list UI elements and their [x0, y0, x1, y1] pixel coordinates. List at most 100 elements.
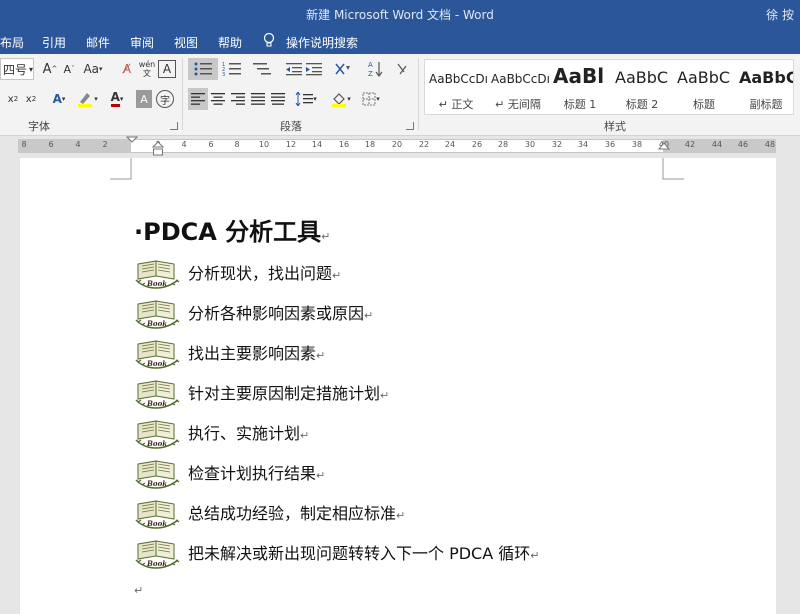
menu-bar: 布局 引用 邮件 审阅 视图 帮助 操作说明搜索: [0, 28, 800, 54]
style-no-spacing[interactable]: AaBbCcDı ↵ 无间隔: [487, 60, 549, 114]
ruler-tick: 16: [338, 140, 350, 149]
ruler-tick: 4: [181, 140, 187, 149]
phonetic-guide-icon[interactable]: wén 文: [136, 58, 158, 80]
list-item-text: 针对主要原因制定措施计划↵: [188, 380, 389, 410]
chevron-down-icon[interactable]: ▾: [26, 58, 36, 80]
list-item[interactable]: Book 分析现状，找出问题↵: [134, 254, 341, 290]
first-line-indent-marker[interactable]: [126, 136, 138, 156]
book-label: Book: [146, 439, 167, 448]
book-bullet-icon: Book: [135, 260, 180, 289]
char-border-icon[interactable]: A: [158, 60, 176, 78]
change-case-button[interactable]: Aa ▾: [82, 58, 104, 80]
ruler-tick: 30: [524, 140, 536, 149]
group-label-paragraph: 段落: [280, 120, 302, 133]
highlight-icon[interactable]: ▾: [74, 88, 100, 110]
align-left-button[interactable]: [188, 88, 208, 110]
subscript-icon[interactable]: x2: [4, 88, 22, 110]
ruler-tick: 8: [234, 140, 240, 149]
style-sample: AaBbCcDı: [491, 72, 549, 86]
align-center-icon[interactable]: [208, 88, 228, 110]
list-item[interactable]: Book 总结成功经验，制定相应标准↵: [134, 494, 405, 530]
style-subtitle[interactable]: AaBbC 副标题: [735, 60, 793, 114]
multilevel-list-icon[interactable]: [248, 58, 276, 80]
superscript-icon[interactable]: x2: [22, 88, 40, 110]
horizontal-ruler[interactable]: 8642246810121416182022242628303234363840…: [0, 136, 800, 156]
enclose-char-icon[interactable]: 字: [156, 90, 174, 108]
grow-font-icon[interactable]: A ^: [40, 58, 60, 80]
ruler-tick: 48: [764, 140, 776, 149]
list-item[interactable]: Book 把未解决或新出现问题转转入下一个 PDCA 循环↵: [134, 534, 539, 570]
style-name: ↵ 正文: [438, 98, 474, 111]
ruler-tick: 44: [711, 140, 723, 149]
align-right-icon[interactable]: [228, 88, 248, 110]
font-color-icon[interactable]: A ▾: [104, 88, 130, 110]
numbering-icon[interactable]: 123: [218, 58, 246, 80]
char-shading-icon[interactable]: A: [136, 90, 152, 108]
style-heading-2[interactable]: AaBbC 标题 2: [611, 60, 673, 114]
show-marks-icon[interactable]: [394, 58, 410, 80]
increase-indent-icon[interactable]: [304, 58, 324, 80]
tell-me-search[interactable]: 操作说明搜索: [286, 34, 358, 51]
tab-review[interactable]: 审阅: [130, 34, 154, 51]
list-item[interactable]: Book 针对主要原因制定措施计划↵: [134, 374, 389, 410]
item-text: 找出主要影响因素: [188, 344, 317, 363]
list-item-text: 分析各种影响因素或原因↵: [188, 300, 373, 330]
document-page[interactable]: ·PDCA 分析工具↵ Book 分析现状，找出问题↵ Book 分析各种影响因素或原…: [20, 158, 776, 614]
group-label-styles: 样式: [604, 120, 626, 133]
empty-paragraph[interactable]: ↵: [134, 584, 143, 597]
tab-layout[interactable]: 布局: [0, 34, 24, 51]
book-label: Book: [146, 519, 167, 528]
title-bar: 新建 Microsoft Word 文档 - Word 徐 按: [0, 0, 800, 28]
tab-view[interactable]: 视图: [174, 34, 198, 51]
shading-icon[interactable]: ▾: [328, 88, 354, 110]
distributed-icon[interactable]: [268, 88, 288, 110]
right-indent-marker[interactable]: [658, 142, 670, 154]
list-item[interactable]: Book 检查计划执行结果↵: [134, 454, 325, 490]
line-spacing-icon[interactable]: ▾: [292, 88, 320, 110]
style-title[interactable]: AaBbC 标题: [673, 60, 735, 114]
bullets-button[interactable]: [188, 58, 218, 80]
list-item-text: 找出主要影响因素↵: [188, 340, 325, 370]
paragraph-dialog-launcher-icon[interactable]: [406, 122, 414, 130]
list-item[interactable]: Book 分析各种影响因素或原因↵: [134, 294, 373, 330]
ruler-tick: 14: [311, 140, 323, 149]
list-item[interactable]: Book 执行、实施计划↵: [134, 414, 309, 450]
decrease-indent-icon[interactable]: [284, 58, 304, 80]
text-effects-icon[interactable]: A ▾: [48, 88, 70, 110]
ruler-tick: 24: [444, 140, 456, 149]
tab-references[interactable]: 引用: [42, 34, 66, 51]
book-label: Book: [146, 399, 167, 408]
tab-help[interactable]: 帮助: [218, 34, 242, 51]
borders-icon[interactable]: ▾: [358, 88, 384, 110]
font-size-value: 四号: [3, 62, 28, 77]
hanging-indent-marker[interactable]: [152, 140, 164, 158]
asian-layout-icon[interactable]: [330, 58, 356, 80]
sort-icon[interactable]: AZ: [366, 58, 386, 80]
font-dialog-launcher-icon[interactable]: [170, 122, 178, 130]
ruler-tick: 38: [631, 140, 643, 149]
style-normal[interactable]: AaBbCcDı ↵ 正文: [425, 60, 487, 114]
list-item-text: 检查计划执行结果↵: [188, 460, 325, 490]
group-divider: [418, 58, 419, 130]
book-bullet-icon: Book: [135, 300, 180, 329]
shrink-font-icon[interactable]: Aˇ: [60, 58, 78, 80]
user-name[interactable]: 徐 按: [766, 6, 794, 23]
document-title[interactable]: ·PDCA 分析工具↵: [134, 212, 330, 247]
lightbulb-icon[interactable]: [262, 32, 276, 48]
style-heading-1[interactable]: AaBl 标题 1: [549, 60, 611, 114]
ruler-tick: 10: [258, 140, 270, 149]
item-text: 检查计划执行结果: [188, 464, 317, 483]
clear-format-icon[interactable]: A̸: [118, 58, 136, 80]
paragraph-mark: ↵: [364, 309, 374, 322]
justify-icon[interactable]: [248, 88, 268, 110]
book-label: Book: [146, 559, 167, 568]
ruler-tick: 28: [497, 140, 509, 149]
paragraph-mark: ↵: [332, 269, 342, 282]
ruler-tick: 8: [21, 140, 27, 149]
ruler-tick: 20: [391, 140, 403, 149]
list-item[interactable]: Book 找出主要影响因素↵: [134, 334, 325, 370]
vertical-scrollbar[interactable]: [776, 156, 800, 614]
ruler-tick: 18: [364, 140, 376, 149]
tab-mailings[interactable]: 邮件: [86, 34, 110, 51]
title-text: ·PDCA 分析工具: [134, 218, 322, 246]
